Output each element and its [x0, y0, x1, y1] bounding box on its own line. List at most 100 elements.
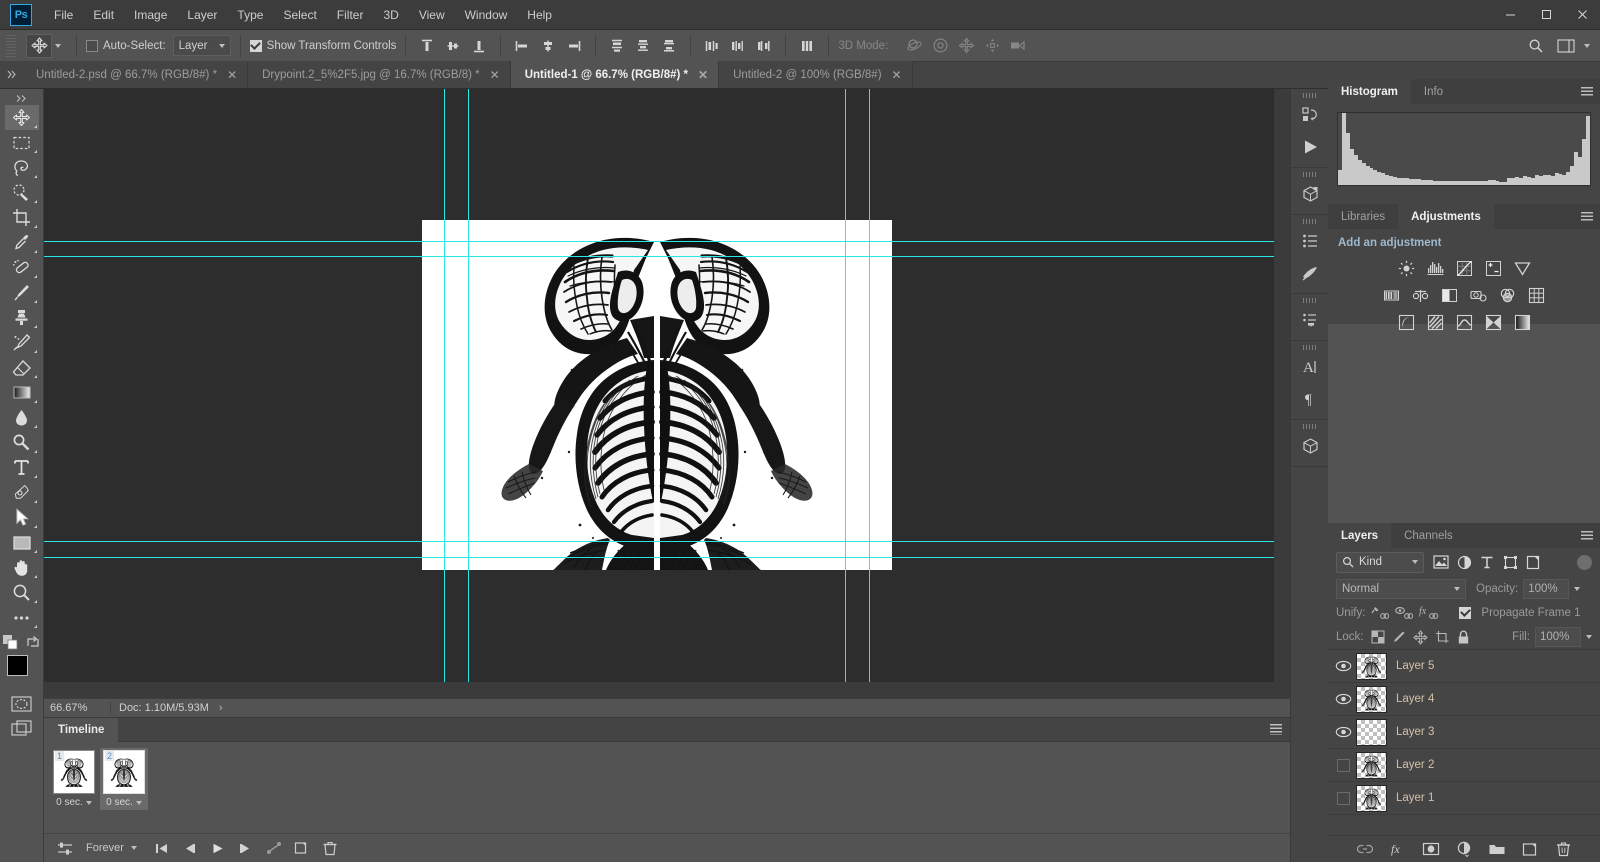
align-top-edges-button[interactable] [415, 34, 439, 58]
levels-icon[interactable] [1425, 258, 1445, 278]
tab-libraries[interactable]: Libraries [1328, 204, 1399, 229]
horizontal-guide-4[interactable] [44, 557, 1290, 558]
canvas-vertical-scrollbar[interactable] [1274, 89, 1290, 698]
timeline-panel-menu-icon[interactable] [1270, 724, 1282, 735]
dock-grip-2[interactable] [1291, 170, 1328, 178]
tab-timeline[interactable]: Timeline [44, 717, 119, 742]
table-row[interactable]: Layer 1 [1328, 782, 1600, 815]
distribute-top-edges-button[interactable] [605, 34, 629, 58]
vertical-guide-4[interactable] [869, 89, 870, 698]
brightness-contrast-icon[interactable] [1396, 258, 1416, 278]
3d-slide-icon[interactable] [980, 34, 1004, 58]
add-layer-mask-icon[interactable] [1420, 838, 1442, 860]
document-tab-0-close-icon[interactable]: ✕ [227, 69, 237, 81]
quick-mask-toggle-icon[interactable] [5, 691, 39, 716]
horizontal-guide-2[interactable] [44, 256, 1290, 257]
canvas-horizontal-scrollbar[interactable] [44, 682, 1274, 698]
dock-grip-4[interactable] [1291, 296, 1328, 304]
foreground-color-swatch[interactable] [6, 655, 28, 676]
3d-pan-icon[interactable] [954, 34, 978, 58]
layer-5-visibility-toggle[interactable] [1330, 650, 1356, 683]
distribute-left-edges-button[interactable] [700, 34, 724, 58]
3d-panel-icon[interactable] [1291, 430, 1329, 462]
document-tab-1-close-icon[interactable]: ✕ [490, 69, 500, 81]
layer-3-name[interactable]: Layer 3 [1396, 726, 1434, 738]
table-row[interactable]: Layer 5 [1328, 650, 1600, 683]
toolbar-collapse-icon[interactable] [5, 91, 39, 105]
distribute-right-edges-button[interactable] [752, 34, 776, 58]
align-horizontal-centers-button[interactable] [536, 34, 560, 58]
table-row[interactable]: Layer 4 [1328, 683, 1600, 716]
brush-settings-icon[interactable] [1291, 257, 1329, 289]
lock-position-icon[interactable] [1412, 629, 1428, 645]
path-selection-tool[interactable] [5, 505, 39, 530]
gradient-tool[interactable] [5, 380, 39, 405]
posterize-icon[interactable] [1425, 312, 1445, 332]
unify-style-icon[interactable]: fx [1419, 606, 1439, 620]
zoom-level[interactable]: 66.67% [44, 702, 106, 714]
show-transform-group[interactable]: Show Transform Controls [249, 39, 396, 52]
layer-2-name[interactable]: Layer 2 [1396, 759, 1434, 771]
layer-filter-toggle[interactable] [1577, 554, 1592, 570]
filter-smart-object-icon[interactable] [1522, 551, 1544, 573]
menu-edit[interactable]: Edit [83, 0, 124, 30]
document-tab-1[interactable]: Drypoint.2_5%2F5.jpg @ 16.7% (RGB/8) * ✕ [248, 61, 511, 88]
rectangular-marquee-tool[interactable] [5, 130, 39, 155]
hand-tool[interactable] [5, 555, 39, 580]
menu-image[interactable]: Image [124, 0, 177, 30]
select-first-frame-icon[interactable] [149, 837, 175, 859]
new-group-icon[interactable] [1486, 838, 1508, 860]
new-adjustment-layer-icon[interactable] [1453, 838, 1475, 860]
invert-icon[interactable] [1396, 312, 1416, 332]
frame-1-delay-chevron-icon[interactable] [85, 800, 92, 805]
3d-camera-icon[interactable] [1006, 34, 1030, 58]
lasso-tool[interactable] [5, 155, 39, 180]
play-animation-icon[interactable] [205, 837, 231, 859]
auto-select-checkbox[interactable] [86, 39, 98, 52]
close-button[interactable] [1564, 0, 1600, 30]
hue-saturation-icon[interactable] [1382, 285, 1402, 305]
type-tool[interactable] [5, 455, 39, 480]
auto-select-target-dropdown[interactable]: Layer [172, 35, 231, 56]
menu-select[interactable]: Select [273, 0, 326, 30]
paragraph-icon[interactable]: ¶ [1291, 383, 1329, 415]
filter-pixel-icon[interactable] [1430, 551, 1452, 573]
maximize-button[interactable] [1528, 0, 1564, 30]
swap-colors-icon[interactable] [26, 635, 41, 650]
document-tab-0[interactable]: Untitled-2.psd @ 66.7% (RGB/8#) * ✕ [22, 61, 249, 88]
document-tab-3-close-icon[interactable]: ✕ [892, 69, 902, 81]
edit-toolbar-icon[interactable] [5, 605, 39, 630]
tabbar-expand-icon[interactable] [0, 61, 22, 88]
frame-2-delay[interactable]: 0 sec. [106, 797, 142, 808]
lock-transparent-pixels-icon[interactable] [1371, 630, 1385, 644]
layers-panel-menu-icon[interactable] [1581, 531, 1593, 541]
selective-color-icon[interactable] [1483, 312, 1503, 332]
distribute-bottom-edges-button[interactable] [657, 34, 681, 58]
layer-3-visibility-toggle[interactable] [1330, 716, 1356, 749]
tool-preset-chevron-icon[interactable] [55, 43, 61, 48]
layer-1-visibility-toggle[interactable] [1330, 782, 1356, 815]
layer-5-name[interactable]: Layer 5 [1396, 660, 1434, 672]
clone-source-icon[interactable] [1291, 304, 1329, 336]
workspace-chevron-icon[interactable] [1584, 43, 1590, 48]
crop-tool[interactable] [5, 205, 39, 230]
vertical-guide-3[interactable] [845, 89, 846, 698]
screen-mode-icon[interactable] [5, 716, 39, 741]
table-row[interactable]: Layer 2 [1328, 749, 1600, 782]
color-balance-icon[interactable] [1411, 285, 1431, 305]
loop-option-dropdown[interactable]: Forever [80, 842, 143, 854]
brush-tool[interactable] [5, 280, 39, 305]
history-icon[interactable] [1291, 99, 1329, 131]
convert-to-video-timeline-icon[interactable] [52, 837, 78, 859]
fill-value[interactable]: 100% [1535, 627, 1581, 647]
unify-position-icon[interactable] [1371, 606, 1390, 620]
lock-image-pixels-icon[interactable] [1392, 630, 1406, 644]
distribute-vertical-centers-button[interactable] [631, 34, 655, 58]
tab-layers[interactable]: Layers [1328, 523, 1392, 548]
move-tool[interactable] [4, 105, 39, 130]
search-icon[interactable] [1524, 34, 1548, 58]
duplicate-frame-icon[interactable] [289, 837, 315, 859]
menu-layer[interactable]: Layer [177, 0, 227, 30]
select-next-frame-icon[interactable] [233, 837, 259, 859]
align-vertical-centers-button[interactable] [441, 34, 465, 58]
